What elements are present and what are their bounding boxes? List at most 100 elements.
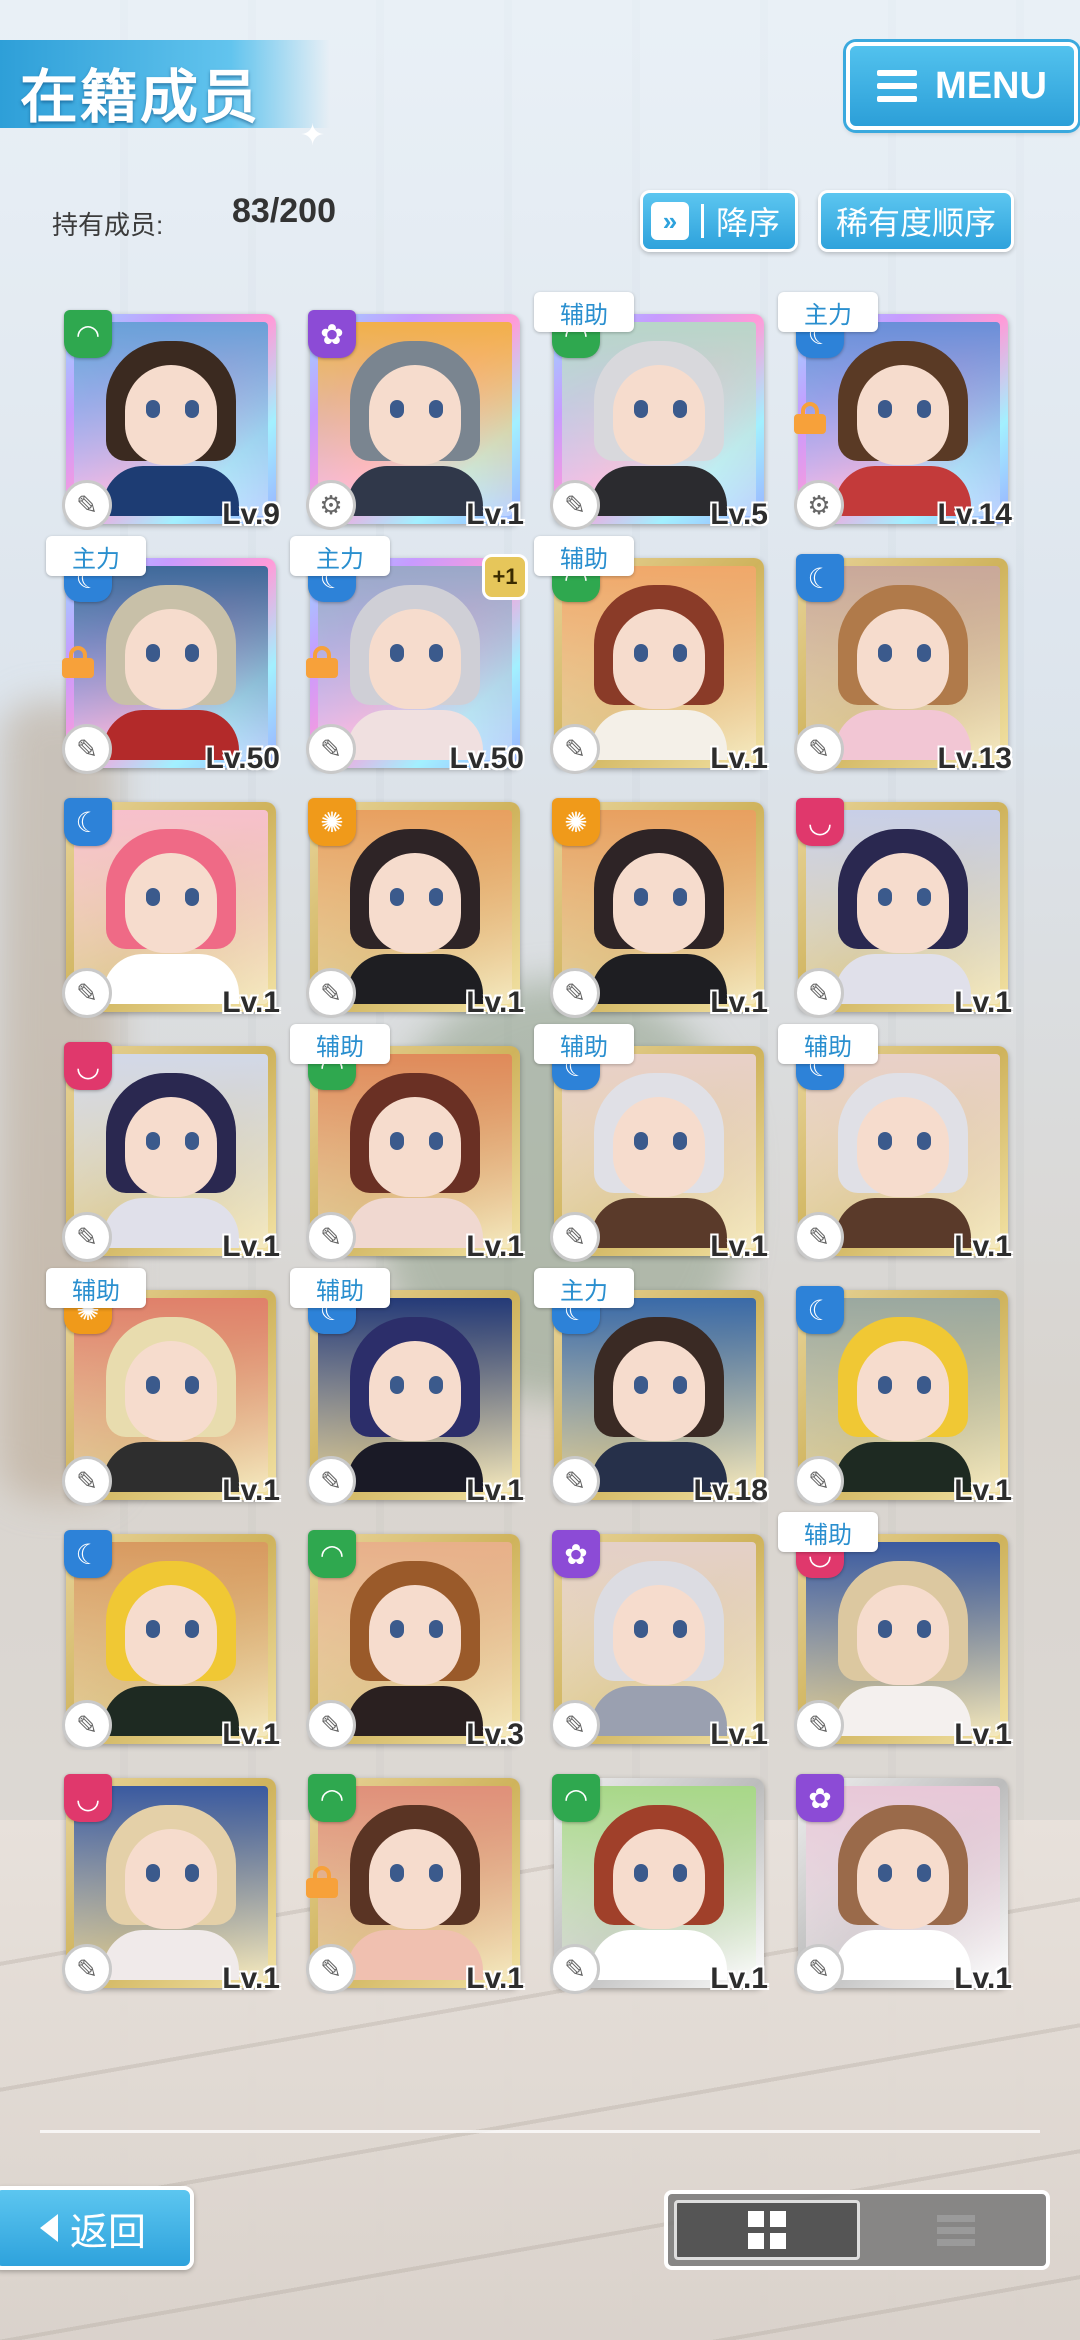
level-label: Lv.1 (954, 986, 1012, 1019)
attribute-blue-icon: ☾ (796, 1286, 844, 1334)
member-card[interactable]: ◡ ✎ Lv.1 (62, 1774, 280, 1995)
member-card[interactable]: ☾ 主力 ✎ Lv.50 (46, 536, 280, 775)
lock-icon (306, 1866, 338, 1898)
member-card[interactable]: ✺ ✎ Lv.1 (306, 798, 524, 1019)
member-card[interactable]: ◠ ✎ Lv.3 (306, 1530, 524, 1751)
member-card[interactable]: ☾ 主力 ⚙ Lv.14 (778, 292, 1012, 531)
level-label: Lv.1 (710, 986, 768, 1019)
portrait-eye (877, 1131, 892, 1150)
role-icon: ✎ (794, 1700, 844, 1750)
member-card[interactable]: ☾ ✎ Lv.1 (62, 798, 280, 1019)
role-icon: ✎ (62, 1944, 112, 1994)
portrait-outfit (835, 953, 971, 1004)
portrait-face (613, 364, 705, 465)
portrait-face (369, 852, 461, 953)
level-label: Lv.1 (954, 1474, 1012, 1507)
member-card[interactable]: ◡ 辅助 ✎ Lv.1 (778, 1512, 1012, 1751)
member-card[interactable]: ◠ 辅助 ✎ Lv.1 (290, 1024, 524, 1263)
limit-break-badge: +1 (482, 554, 528, 600)
role-icon: ✎ (62, 724, 112, 774)
portrait-eye (633, 643, 648, 662)
member-card[interactable]: ☾ ✎ Lv.1 (794, 1286, 1012, 1507)
portrait-face (369, 1096, 461, 1197)
member-card[interactable]: ☾ ✎ Lv.1 (62, 1530, 280, 1751)
portrait-outfit (591, 709, 727, 760)
portrait-eye (428, 1863, 443, 1882)
position-tag: 辅助 (290, 1024, 390, 1064)
portrait-outfit (103, 465, 239, 516)
portrait-face (613, 852, 705, 953)
level-label: Lv.50 (449, 742, 525, 775)
portrait-face (857, 852, 949, 953)
level-label: Lv.1 (222, 986, 280, 1019)
member-card[interactable]: ✺ ✎ Lv.1 (550, 798, 768, 1019)
member-card[interactable]: ◠ 辅助 ✎ Lv.1 (534, 536, 768, 775)
level-label: Lv.1 (222, 1230, 280, 1263)
member-card[interactable]: ◡ ✎ Lv.1 (794, 798, 1012, 1019)
role-icon: ✎ (550, 480, 600, 530)
member-grid: ◠ ✎ Lv.9 ✿ ⚙ Lv.1 ◠ 辅助 ✎ Lv.5 ☾ 主力 ⚙ Lv.14 ☾ 主力 ✎ Lv.50 ☾ 主… (46, 292, 1024, 1995)
sort-order-button[interactable]: » 降序 (640, 190, 798, 252)
portrait-face (369, 1584, 461, 1685)
list-view-button[interactable] (866, 2194, 1046, 2266)
back-button[interactable]: 返回 (0, 2186, 194, 2270)
portrait-eye (916, 643, 931, 662)
member-card[interactable]: ☾ 主力 +1 ✎ Lv.50 (290, 536, 528, 775)
member-card[interactable]: ◠ ✎ Lv.1 (550, 1774, 768, 1995)
portrait-outfit (103, 1197, 239, 1248)
level-label: Lv.1 (222, 1474, 280, 1507)
member-card[interactable]: ☾ ✎ Lv.13 (794, 554, 1012, 775)
grid-view-button[interactable] (674, 2200, 860, 2260)
sort-rarity-button[interactable]: 稀有度顺序 (818, 190, 1014, 252)
portrait-eye (184, 643, 199, 662)
member-card[interactable]: ◠ ✎ Lv.1 (306, 1774, 524, 1995)
position-tag: 主力 (46, 536, 146, 576)
portrait-outfit (347, 465, 483, 516)
attribute-purple-icon: ✿ (796, 1774, 844, 1822)
role-icon: ✎ (306, 1944, 356, 1994)
portrait-eye (877, 1375, 892, 1394)
level-label: Lv.1 (466, 498, 524, 531)
portrait-outfit (103, 1441, 239, 1492)
level-label: Lv.1 (466, 1962, 524, 1995)
portrait-eye (633, 1863, 648, 1882)
portrait-outfit (103, 1685, 239, 1736)
hamburger-icon (877, 70, 918, 102)
role-icon: ✎ (62, 1456, 112, 1506)
portrait-eye (389, 1131, 404, 1150)
member-card[interactable]: ✿ ⚙ Lv.1 (306, 310, 524, 531)
member-card[interactable]: ☾ 辅助 ✎ Lv.1 (778, 1024, 1012, 1263)
level-label: Lv.5 (710, 498, 768, 531)
member-card[interactable]: ☾ 辅助 ✎ Lv.1 (534, 1024, 768, 1263)
portrait-face (613, 1828, 705, 1929)
attribute-pink-icon: ◡ (64, 1774, 112, 1822)
level-label: Lv.3 (466, 1718, 524, 1751)
portrait-outfit (835, 1197, 971, 1248)
portrait-eye (916, 1131, 931, 1150)
portrait-eye (389, 1863, 404, 1882)
member-card[interactable]: ✺ 辅助 ✎ Lv.1 (46, 1268, 280, 1507)
menu-button[interactable]: MENU (846, 42, 1078, 130)
portrait-face (125, 608, 217, 709)
member-card[interactable]: ✿ ✎ Lv.1 (794, 1774, 1012, 1995)
level-label: Lv.50 (205, 742, 281, 775)
level-label: Lv.13 (937, 742, 1013, 775)
portrait-face (857, 1584, 949, 1685)
member-card[interactable]: ✿ ✎ Lv.1 (550, 1530, 768, 1751)
member-card[interactable]: ◠ 辅助 ✎ Lv.5 (534, 292, 768, 531)
level-label: Lv.1 (710, 1230, 768, 1263)
portrait-eye (633, 1619, 648, 1638)
portrait-outfit (591, 1685, 727, 1736)
portrait-face (857, 1096, 949, 1197)
attribute-purple-icon: ✿ (552, 1530, 600, 1578)
member-card[interactable]: ☾ 辅助 ✎ Lv.1 (290, 1268, 524, 1507)
member-card[interactable]: ◡ ✎ Lv.1 (62, 1042, 280, 1263)
portrait-face (369, 364, 461, 465)
member-card[interactable]: ◠ ✎ Lv.9 (62, 310, 280, 531)
role-icon: ✎ (306, 724, 356, 774)
role-icon: ✎ (62, 968, 112, 1018)
member-card[interactable]: ☾ 主力 ✎ Lv.18 (534, 1268, 768, 1507)
portrait-outfit (835, 1441, 971, 1492)
portrait-eye (916, 1863, 931, 1882)
role-icon: ✎ (306, 1456, 356, 1506)
